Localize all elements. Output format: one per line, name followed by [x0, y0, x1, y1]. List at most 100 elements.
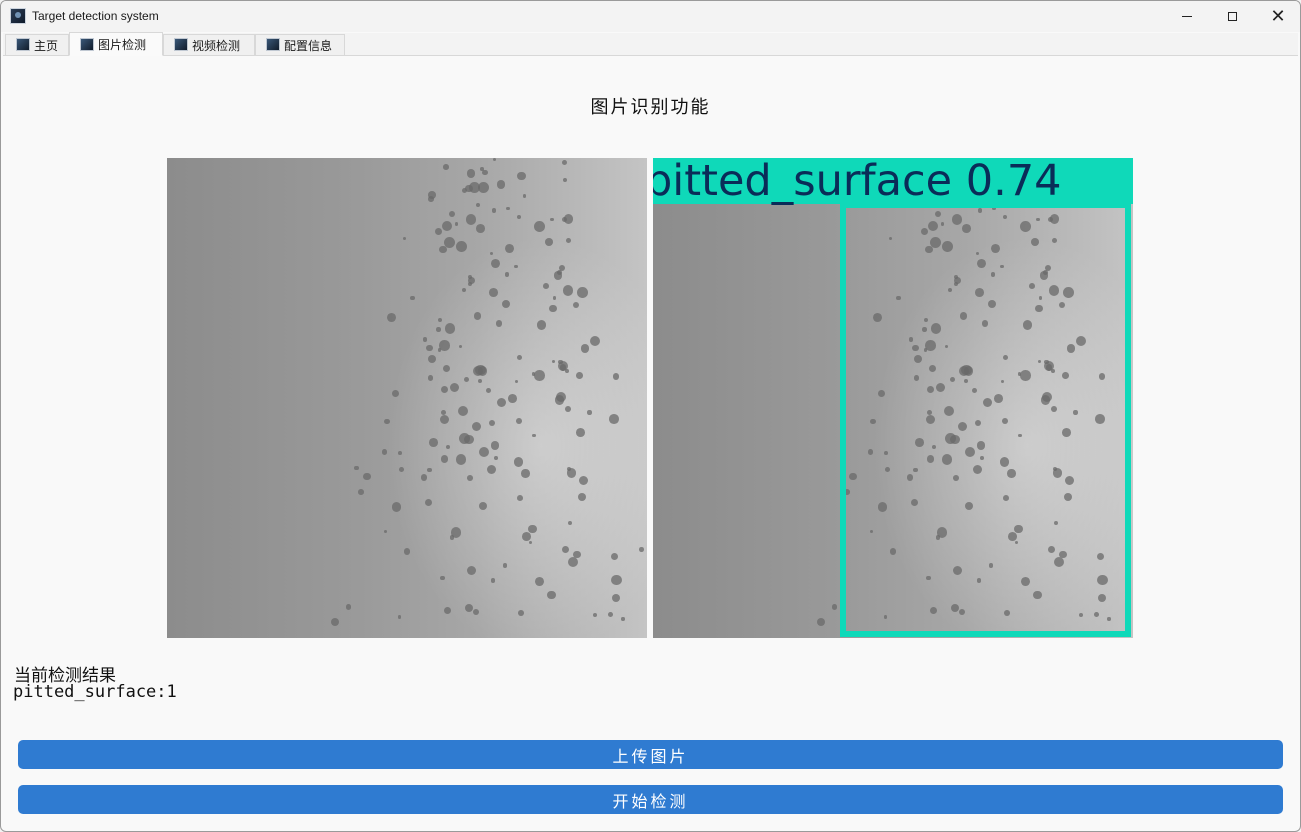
- surface-pit: [392, 390, 400, 398]
- surface-pit: [442, 220, 453, 231]
- surface-pit: [387, 313, 397, 323]
- tab-label: 视频检测: [192, 38, 241, 53]
- surface-pit: [490, 441, 499, 450]
- surface-pit: [504, 272, 510, 277]
- surface-pit: [442, 364, 451, 373]
- app-icon: [10, 8, 26, 24]
- minimize-icon: [1182, 16, 1192, 17]
- surface-pit: [455, 454, 467, 465]
- surface-pit: [491, 208, 497, 214]
- tab-config-info[interactable]: 配置信息: [255, 34, 345, 55]
- surface-pit: [455, 240, 467, 252]
- surface-pit: [516, 494, 523, 501]
- surface-pit: [440, 415, 450, 425]
- surface-pit: [552, 296, 556, 300]
- surface-pit: [467, 565, 477, 576]
- surface-pit: [501, 299, 511, 309]
- surface-pit: [354, 465, 359, 471]
- surface-pit: [550, 217, 554, 222]
- surface-pit: [477, 378, 483, 383]
- surface-pit: [490, 578, 495, 583]
- surface-pit: [587, 410, 592, 415]
- surface-pit: [489, 287, 498, 297]
- surface-pit: [567, 520, 572, 525]
- surface-pit: [563, 178, 567, 183]
- surface-pit: [468, 274, 473, 279]
- surface-pit: [514, 457, 524, 467]
- surface-pit: [534, 370, 545, 381]
- surface-pit: [440, 385, 448, 393]
- surface-pit: [535, 576, 545, 586]
- surface-pit: [611, 574, 622, 586]
- surface-pit: [558, 359, 563, 365]
- tab-label: 配置信息: [284, 38, 333, 53]
- surface-pit: [516, 214, 521, 220]
- surface-pit: [479, 447, 490, 458]
- surface-pit: [549, 304, 557, 312]
- surface-pit: [464, 604, 474, 613]
- surface-pit: [482, 169, 489, 176]
- surface-pit: [397, 451, 402, 456]
- detection-result-image: pitted_surface 0.74: [653, 158, 1133, 638]
- surface-pit: [566, 238, 571, 243]
- surface-pit: [449, 210, 456, 218]
- tab-image-detection[interactable]: 图片检测: [69, 32, 163, 56]
- maximize-button[interactable]: [1209, 1, 1255, 32]
- minimize-button[interactable]: [1164, 1, 1210, 32]
- surface-pit: [553, 271, 563, 280]
- surface-pit: [612, 373, 619, 380]
- tab-home[interactable]: 主页: [5, 34, 69, 55]
- surface-pit: [497, 397, 507, 407]
- surface-pit: [457, 406, 468, 417]
- surface-pit: [609, 414, 619, 424]
- surface-pit: [517, 609, 524, 616]
- original-image: [167, 158, 647, 638]
- surface-pit: [566, 467, 571, 472]
- surface-pit: [621, 617, 625, 621]
- surface-pit: [578, 493, 587, 502]
- tab-label: 图片检测: [98, 37, 147, 52]
- surface-pit: [403, 237, 407, 241]
- surface-pit: [473, 312, 482, 320]
- surface-pit: [611, 593, 620, 602]
- surface-pit: [522, 532, 531, 541]
- tab-label: 主页: [34, 38, 59, 53]
- result-value: pitted_surface:1: [13, 682, 177, 702]
- surface-pit: [567, 556, 578, 568]
- surface-pit: [639, 547, 644, 553]
- surface-pit: [439, 340, 450, 351]
- surface-pit: [517, 171, 526, 181]
- surface-pit: [516, 418, 522, 425]
- surface-pit: [428, 191, 436, 199]
- surface-pit: [576, 428, 585, 438]
- surface-pit: [478, 502, 487, 511]
- surface-pit: [817, 618, 826, 627]
- surface-pit: [610, 552, 618, 560]
- surface-pit: [436, 327, 441, 332]
- tab-video-detection[interactable]: 视频检测: [163, 34, 255, 55]
- surface-pit: [439, 575, 445, 581]
- surface-pit: [534, 220, 545, 232]
- surface-pit: [508, 394, 518, 403]
- surface-pit: [465, 184, 473, 192]
- image-icon: [16, 38, 30, 51]
- surface-pit: [493, 455, 498, 460]
- surface-pit: [488, 419, 495, 426]
- surface-pit: [427, 375, 434, 381]
- surface-pit: [573, 301, 580, 308]
- surface-pit: [542, 283, 549, 290]
- upload-image-button[interactable]: 上传图片: [18, 740, 1283, 769]
- surface-pit: [504, 244, 514, 254]
- surface-pit: [466, 169, 476, 179]
- surface-pit: [486, 464, 497, 474]
- surface-pit: [495, 320, 503, 327]
- surface-pit: [466, 214, 477, 225]
- start-detection-button[interactable]: 开始检测: [18, 785, 1283, 814]
- close-button[interactable]: ✕: [1255, 1, 1300, 32]
- surface-pit: [358, 489, 364, 495]
- surface-pit: [450, 527, 462, 538]
- surface-pit: [410, 295, 415, 301]
- surface-pit: [486, 388, 492, 394]
- surface-pit: [435, 227, 443, 235]
- surface-pit: [555, 395, 565, 405]
